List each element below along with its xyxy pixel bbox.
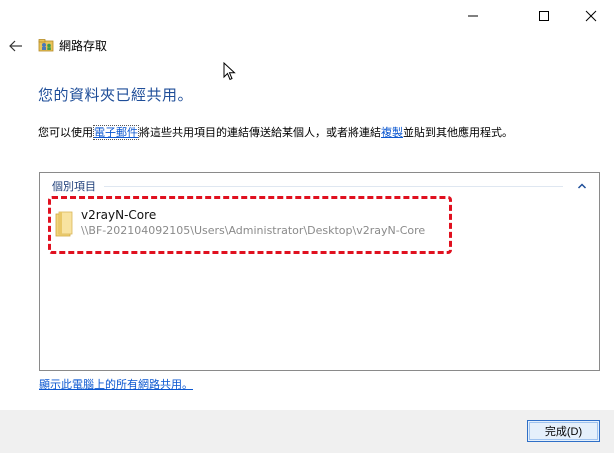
close-icon xyxy=(585,10,597,22)
page-heading: 您的資料夾已經共用。 xyxy=(38,86,194,104)
close-button[interactable] xyxy=(568,0,614,32)
shared-item[interactable]: v2rayN-Core \\BF-202104092105\Users\Admi… xyxy=(48,196,452,254)
dialog-footer: 完成(D) xyxy=(0,410,614,453)
window-title: 網路存取 xyxy=(59,39,108,53)
mouse-pointer-icon xyxy=(223,62,236,81)
items-group-title: 個別項目 xyxy=(52,180,96,193)
items-group-header[interactable]: 個別項目 xyxy=(52,178,589,194)
maximize-button[interactable] xyxy=(521,0,567,32)
folder-icon xyxy=(55,211,73,237)
done-button[interactable]: 完成(D) xyxy=(527,420,600,442)
copy-link[interactable]: 複製 xyxy=(381,126,403,139)
item-path: \\BF-202104092105\Users\Administrator\De… xyxy=(81,224,426,237)
group-divider xyxy=(104,185,563,187)
minimize-icon xyxy=(468,15,478,17)
back-button[interactable] xyxy=(6,36,26,56)
shared-items-panel: 個別項目 v2rayN-Core \\BF-202104092105\Users… xyxy=(39,172,600,371)
back-arrow-icon xyxy=(9,40,22,52)
network-sharing-icon xyxy=(38,39,54,52)
description-before: 您可以使用 xyxy=(38,126,93,139)
item-name: v2rayN-Core xyxy=(81,208,157,222)
description-after: 並貼到其他應用程式。 xyxy=(403,126,513,139)
chevron-up-icon[interactable] xyxy=(575,179,589,193)
maximize-icon xyxy=(539,11,549,21)
minimize-button[interactable] xyxy=(450,0,496,32)
description-middle: 將這些共用項目的連結傳送給某個人，或者將連結 xyxy=(139,126,381,139)
email-link[interactable]: 電子郵件 xyxy=(93,125,139,140)
show-all-shares-link[interactable]: 顯示此電腦上的所有網路共用。 xyxy=(39,376,193,392)
description-text: 您可以使用電子郵件將這些共用項目的連結傳送給某個人，或者將連結複製並貼到其他應用… xyxy=(38,124,513,140)
